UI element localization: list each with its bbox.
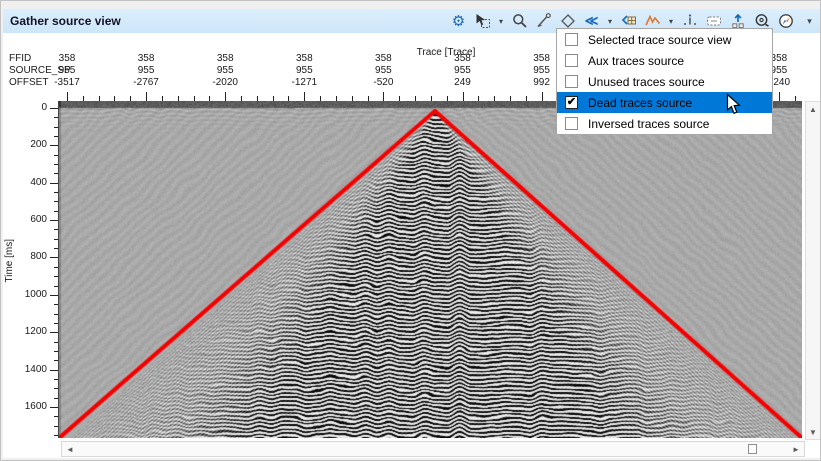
unchecked-checkbox[interactable] (565, 54, 578, 67)
time-axis-title: Time [ms] (4, 239, 15, 283)
menu-item-label: Selected trace source view (588, 33, 731, 47)
time-major-tick (50, 332, 58, 333)
dropdown-caret-icon[interactable]: ▾ (497, 17, 505, 26)
time-major-tick (50, 257, 58, 258)
time-major-tick (50, 145, 58, 146)
zoom-icon[interactable] (510, 12, 529, 31)
trace-major-tick (304, 92, 305, 101)
checked-checkbox[interactable]: ✔ (565, 96, 578, 109)
horizontal-scrollbar[interactable]: ◄ ► (61, 441, 805, 457)
dropdown-caret-icon[interactable]: ▾ (606, 17, 614, 26)
time-major-tick (50, 220, 58, 221)
time-major-tick (50, 295, 58, 296)
time-tick-label: 800 (17, 251, 47, 262)
settings-gear-icon[interactable]: ⚙ (449, 12, 468, 31)
trace-header-column: 358955-3517 (35, 53, 99, 89)
compass-icon[interactable] (776, 12, 795, 31)
menu-item-selected-trace-source-view[interactable]: Selected trace source view (557, 29, 772, 50)
unchecked-checkbox[interactable] (565, 33, 578, 46)
window-title: Gather source view (3, 14, 121, 28)
gather-source-view-window: Gather source view ⚙▾≪▾▾▾ Trace [Trace] … (0, 0, 821, 461)
menu-item-label: Inversed traces source (588, 117, 709, 131)
menu-item-label: Aux traces source (588, 54, 684, 68)
menu-item-unused-traces-source[interactable]: Unused traces source (557, 71, 772, 92)
time-major-tick (50, 108, 58, 109)
time-tick-label: 400 (17, 177, 47, 188)
time-tick-label: 1400 (17, 364, 47, 375)
time-tick-label: 600 (17, 214, 47, 225)
trace-major-tick (542, 92, 543, 101)
menu-item-label: Unused traces source (588, 75, 705, 89)
menu-item-aux-traces-source[interactable]: Aux traces source (557, 50, 772, 71)
unchecked-checkbox[interactable] (565, 117, 578, 130)
trace-major-tick (383, 92, 384, 101)
time-tick-label: 1200 (17, 326, 47, 337)
trace-header-column: 358955-2767 (114, 53, 178, 89)
header-row-label-ffid: FFID (9, 53, 31, 64)
time-tick-label: 1000 (17, 289, 47, 300)
vertical-scrollbar[interactable]: ▲ ▼ (805, 101, 821, 440)
trace-major-tick (779, 92, 780, 101)
trace-header-column: 358955-520 (351, 53, 415, 89)
trace-major-tick (225, 92, 226, 101)
scroll-up-button[interactable]: ▲ (806, 102, 820, 116)
trace-header-column: 358955-1271 (272, 53, 336, 89)
seismic-gather-canvas[interactable] (58, 101, 802, 438)
trace-header-column: 358955-2020 (193, 53, 257, 89)
trace-header-column: 358955249 (431, 53, 495, 89)
selection-mode-icon[interactable] (473, 12, 492, 31)
time-major-tick (50, 370, 58, 371)
trace-major-tick (463, 92, 464, 101)
time-major-tick (50, 407, 58, 408)
menu-item-label: Dead traces source (588, 96, 692, 110)
scroll-left-button[interactable]: ◄ (63, 442, 77, 456)
trace-major-tick (146, 92, 147, 101)
time-tick-label: 0 (17, 102, 47, 113)
horizontal-scroll-thumb[interactable] (748, 444, 757, 454)
unchecked-checkbox[interactable] (565, 75, 578, 88)
scroll-right-button[interactable]: ► (789, 442, 803, 456)
dropdown-caret-icon[interactable]: ▾ (667, 17, 675, 26)
time-major-tick (50, 183, 58, 184)
scroll-down-button[interactable]: ▼ (806, 425, 820, 439)
trace-major-tick (67, 92, 68, 101)
time-tick-label: 200 (17, 139, 47, 150)
time-tick-label: 1600 (17, 401, 47, 412)
more-options-caret-icon[interactable]: ▾ (800, 12, 819, 31)
trace-pick-icon[interactable] (534, 12, 553, 31)
mouse-cursor (726, 93, 743, 122)
